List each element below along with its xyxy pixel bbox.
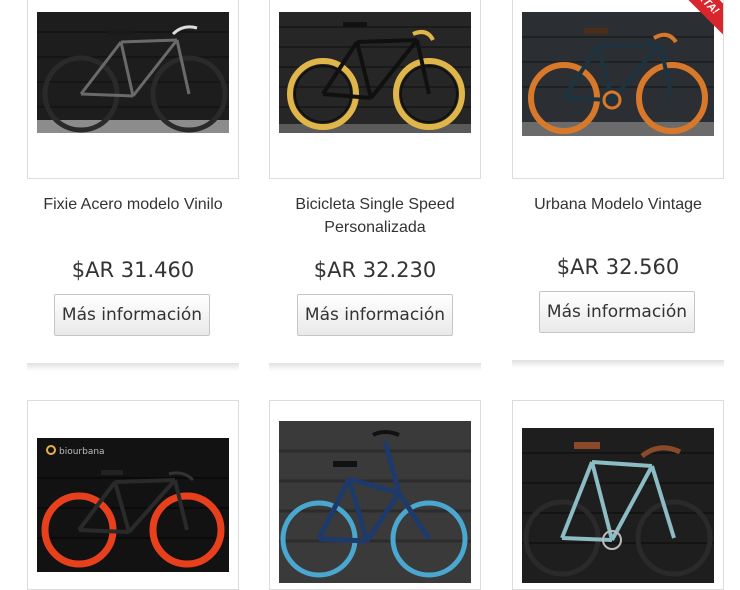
product-title[interactable]: Bicicleta Single Speed Personalizada xyxy=(269,193,481,239)
product-image-frame[interactable] xyxy=(512,400,724,590)
product-title[interactable]: Fixie Acero modelo Vinilo xyxy=(27,193,239,216)
product-image-frame[interactable] xyxy=(269,400,481,590)
product-image-frame[interactable] xyxy=(27,0,239,179)
product-photo[interactable] xyxy=(522,428,714,583)
product-price: $AR 32.230 xyxy=(313,258,437,282)
product-image-frame[interactable] xyxy=(269,0,481,179)
product-image-frame[interactable]: biourbana xyxy=(27,400,239,590)
card-shadow xyxy=(27,363,239,371)
card-shadow xyxy=(269,363,481,371)
more-info-button[interactable]: Más información xyxy=(54,294,210,336)
product-photo[interactable] xyxy=(279,12,471,133)
product-photo[interactable]: biourbana xyxy=(37,438,229,572)
more-info-button[interactable]: Más información xyxy=(539,291,695,333)
card-shadow xyxy=(512,360,724,368)
more-info-button[interactable]: Más información xyxy=(297,294,453,336)
brand-logo-text: biourbana xyxy=(59,447,105,457)
product-photo[interactable] xyxy=(279,421,471,583)
product-title[interactable]: Urbana Modelo Vintage xyxy=(512,193,724,216)
product-photo[interactable] xyxy=(522,12,714,136)
product-price: $AR 32.560 xyxy=(556,255,680,279)
product-image-frame[interactable]: XTA! xyxy=(512,0,724,179)
product-price: $AR 31.460 xyxy=(71,258,195,282)
product-photo[interactable] xyxy=(37,12,229,133)
